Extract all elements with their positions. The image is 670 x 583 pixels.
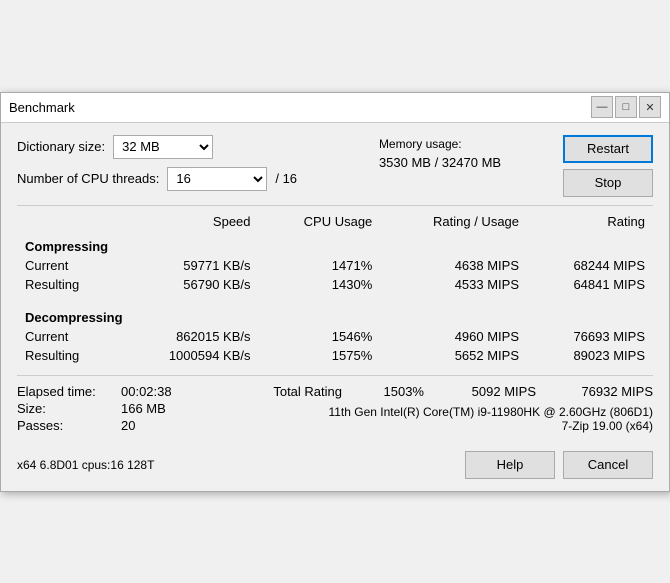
minimize-button[interactable]: — <box>591 96 613 118</box>
decompressing-resulting-row: Resulting 1000594 KB/s 1575% 5652 MIPS 8… <box>17 346 653 365</box>
threads-suffix: / 16 <box>275 171 297 186</box>
decomp-current-speed: 862015 KB/s <box>118 327 259 346</box>
decomp-resulting-rating: 89023 MIPS <box>527 346 653 365</box>
col-header-cpu: CPU Usage <box>259 212 381 231</box>
size-value: 166 MB <box>121 401 166 416</box>
decomp-resulting-cpu: 1575% <box>259 346 381 365</box>
threads-select[interactable]: 16 <box>167 167 267 191</box>
restart-button[interactable]: Restart <box>563 135 653 163</box>
compressing-header-row: Compressing <box>17 231 653 256</box>
decomp-current-name: Current <box>17 327 118 346</box>
elapsed-label: Elapsed time: <box>17 384 117 399</box>
comp-resulting-cpu: 1430% <box>259 275 381 294</box>
comp-resulting-rating: 64841 MIPS <box>527 275 653 294</box>
decomp-current-rating-usage: 4960 MIPS <box>380 327 527 346</box>
footer-buttons: Help Cancel <box>465 451 653 479</box>
maximize-button[interactable]: □ <box>615 96 637 118</box>
window-content: Dictionary size: 32 MB Number of CPU thr… <box>1 123 669 491</box>
total-rating-mips2: 76932 MIPS <box>568 384 653 399</box>
comp-current-cpu: 1471% <box>259 256 381 275</box>
passes-label: Passes: <box>17 418 117 433</box>
decomp-resulting-speed: 1000594 KB/s <box>118 346 259 365</box>
spacer-row <box>17 294 653 302</box>
decomp-current-rating: 76693 MIPS <box>527 327 653 346</box>
comp-current-name: Current <box>17 256 118 275</box>
stats-right: Total Rating 1503% 5092 MIPS 76932 MIPS … <box>271 384 653 435</box>
comp-current-rating-usage: 4638 MIPS <box>380 256 527 275</box>
comp-resulting-rating-usage: 4533 MIPS <box>380 275 527 294</box>
dict-size-row: Dictionary size: 32 MB <box>17 135 297 159</box>
decompressing-label: Decompressing <box>17 302 653 327</box>
passes-value: 20 <box>121 418 135 433</box>
col-header-rating-usage: Rating / Usage <box>380 212 527 231</box>
elapsed-row: Elapsed time: 00:02:38 <box>17 384 271 399</box>
bottom-section: Elapsed time: 00:02:38 Size: 166 MB Pass… <box>17 375 653 435</box>
cancel-button[interactable]: Cancel <box>563 451 653 479</box>
col-header-name <box>17 212 118 231</box>
window-title: Benchmark <box>9 100 75 115</box>
title-bar: Benchmark — □ ✕ <box>1 93 669 123</box>
passes-row: Passes: 20 <box>17 418 271 433</box>
footer: x64 6.8D01 cpus:16 128T Help Cancel <box>17 445 653 479</box>
version-info: x64 6.8D01 cpus:16 128T <box>17 458 154 472</box>
decomp-resulting-rating-usage: 5652 MIPS <box>380 346 527 365</box>
decomp-resulting-name: Resulting <box>17 346 118 365</box>
decompressing-header-row: Decompressing <box>17 302 653 327</box>
comp-current-rating: 68244 MIPS <box>527 256 653 275</box>
memory-info: Memory usage: 3530 MB / 32470 MB <box>379 137 501 170</box>
compressing-current-row: Current 59771 KB/s 1471% 4638 MIPS 68244… <box>17 256 653 275</box>
action-buttons: Restart Stop <box>563 135 653 197</box>
benchmark-window: Benchmark — □ ✕ Dictionary size: 32 MB N… <box>0 92 670 492</box>
zip-info: 7-Zip 19.00 (x64) <box>562 419 653 433</box>
stop-button[interactable]: Stop <box>563 169 653 197</box>
comp-resulting-name: Resulting <box>17 275 118 294</box>
decompressing-current-row: Current 862015 KB/s 1546% 4960 MIPS 7669… <box>17 327 653 346</box>
top-divider <box>17 205 653 206</box>
total-rating-mips1: 5092 MIPS <box>456 384 536 399</box>
comp-current-speed: 59771 KB/s <box>118 256 259 275</box>
form-fields: Dictionary size: 32 MB Number of CPU thr… <box>17 135 297 191</box>
total-rating-label: Total Rating <box>273 384 342 399</box>
help-button[interactable]: Help <box>465 451 555 479</box>
stats-left: Elapsed time: 00:02:38 Size: 166 MB Pass… <box>17 384 271 435</box>
col-header-rating: Rating <box>527 212 653 231</box>
memory-label: Memory usage: <box>379 137 501 151</box>
benchmark-table: Speed CPU Usage Rating / Usage Rating Co… <box>17 212 653 365</box>
dict-label: Dictionary size: <box>17 139 105 154</box>
close-button[interactable]: ✕ <box>639 96 661 118</box>
size-row: Size: 166 MB <box>17 401 271 416</box>
total-rating-cpu: 1503% <box>374 384 424 399</box>
dict-size-select[interactable]: 32 MB <box>113 135 213 159</box>
threads-label: Number of CPU threads: <box>17 171 159 186</box>
threads-row: Number of CPU threads: 16 / 16 <box>17 167 297 191</box>
comp-resulting-speed: 56790 KB/s <box>118 275 259 294</box>
title-bar-controls: — □ ✕ <box>591 96 661 118</box>
cpu-info: 11th Gen Intel(R) Core(TM) i9-11980HK @ … <box>328 405 653 419</box>
size-label: Size: <box>17 401 117 416</box>
top-section: Dictionary size: 32 MB Number of CPU thr… <box>17 135 653 197</box>
col-header-speed: Speed <box>118 212 259 231</box>
decomp-current-cpu: 1546% <box>259 327 381 346</box>
elapsed-value: 00:02:38 <box>121 384 172 399</box>
compressing-label: Compressing <box>17 231 653 256</box>
memory-value: 3530 MB / 32470 MB <box>379 155 501 170</box>
compressing-resulting-row: Resulting 56790 KB/s 1430% 4533 MIPS 648… <box>17 275 653 294</box>
